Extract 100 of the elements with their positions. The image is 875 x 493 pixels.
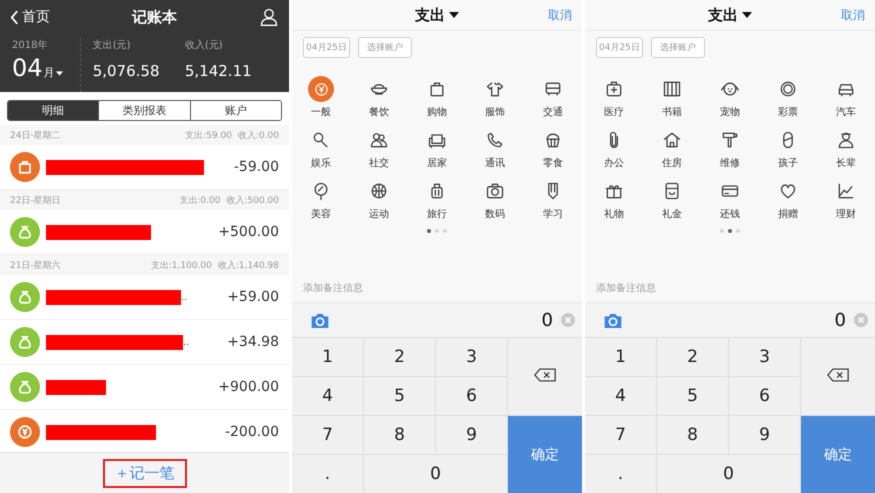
category-item[interactable]: 维修 — [701, 127, 759, 170]
category-item[interactable]: 孩子 — [759, 127, 817, 170]
number-key[interactable]: 0 — [364, 455, 507, 493]
confirm-button[interactable]: 确定 — [508, 416, 582, 493]
category-item[interactable]: 礼物 — [585, 178, 643, 221]
category-item[interactable]: 汽车 — [817, 76, 875, 119]
number-key[interactable]: 9 — [729, 416, 800, 454]
category-item[interactable]: 旅行 — [408, 178, 466, 221]
number-key[interactable]: 2 — [657, 338, 728, 376]
screen-title: 记账本 — [132, 8, 177, 26]
year-label: 2018年 — [12, 39, 48, 52]
number-key[interactable]: 1 — [292, 338, 363, 376]
category-item[interactable]: 餐饮 — [350, 76, 408, 119]
type-dropdown[interactable]: 支出 — [415, 6, 459, 24]
ellipsis-text: .. — [183, 336, 190, 348]
page-dot[interactable] — [443, 229, 447, 233]
view-tab[interactable]: 账户 — [190, 101, 281, 120]
page-dot[interactable] — [736, 229, 740, 233]
transaction-amount: -59.00 — [234, 159, 279, 175]
moneybag-icon — [10, 372, 40, 402]
transaction-amount: -200.00 — [224, 424, 279, 440]
type-dropdown[interactable]: 支出 — [708, 6, 752, 24]
category-item[interactable]: 书籍 — [643, 76, 701, 119]
category-item[interactable]: 还钱 — [701, 178, 759, 221]
note-field[interactable]: 添加备注信息 — [585, 278, 875, 298]
category-item[interactable]: 购物 — [408, 76, 466, 119]
number-key[interactable]: 8 — [657, 416, 728, 454]
category-item[interactable]: 一般 — [292, 76, 350, 119]
number-key[interactable]: 7 — [585, 416, 656, 454]
category-item[interactable]: 理财 — [817, 178, 875, 221]
category-item[interactable]: 礼金 — [643, 178, 701, 221]
moneybag-icon — [10, 327, 40, 357]
category-item[interactable]: 交通 — [524, 76, 582, 119]
transaction-amount: +500.00 — [218, 224, 279, 240]
number-key[interactable]: 5 — [657, 377, 728, 415]
camera-icon[interactable] — [310, 312, 330, 328]
caret-icon — [56, 71, 63, 76]
backspace-key[interactable] — [508, 338, 582, 415]
category-item[interactable]: 居家 — [408, 127, 466, 170]
category-item[interactable]: 通讯 — [466, 127, 524, 170]
transaction-amount: +59.00 — [227, 289, 279, 305]
confirm-button[interactable]: 确定 — [801, 416, 875, 493]
month-picker[interactable]: 04 月 — [12, 54, 80, 82]
category-item[interactable]: 医疗 — [585, 76, 643, 119]
ellipsis-text: .. — [181, 292, 188, 302]
day-income: 收入:0.00 — [238, 130, 279, 142]
category-item[interactable]: 住房 — [643, 127, 701, 170]
number-key[interactable]: 7 — [292, 416, 363, 454]
category-item[interactable]: 零食 — [524, 127, 582, 170]
day-date: 22日-星期日 — [10, 194, 62, 206]
category-item[interactable]: 长辈 — [817, 127, 875, 170]
number-key[interactable]: 9 — [436, 416, 507, 454]
category-item[interactable]: 服饰 — [466, 76, 524, 119]
category-item[interactable]: 宠物 — [701, 76, 759, 119]
number-key[interactable]: 6 — [729, 377, 800, 415]
number-key[interactable]: 4 — [292, 377, 363, 415]
page-dot[interactable] — [427, 229, 431, 233]
number-key[interactable]: 6 — [436, 377, 507, 415]
clear-icon[interactable] — [561, 313, 575, 327]
category-item[interactable]: 娱乐 — [292, 127, 350, 170]
coin-icon — [10, 417, 40, 447]
category-item[interactable]: 彩票 — [759, 76, 817, 119]
category-item[interactable]: 捐赠 — [759, 178, 817, 221]
day-date: 24日-星期二 — [10, 130, 62, 142]
page-dot[interactable] — [720, 229, 724, 233]
category-item[interactable]: 办公 — [585, 127, 643, 170]
page-dot[interactable] — [435, 229, 439, 233]
day-income: 收入:500.00 — [226, 194, 279, 206]
back-button[interactable]: 首页 — [10, 8, 50, 26]
category-item[interactable]: 运动 — [350, 178, 408, 221]
category-item[interactable]: 社交 — [350, 127, 408, 170]
category-item[interactable]: 学习 — [524, 178, 582, 221]
day-expense: 支出:1,100.00 — [150, 260, 212, 272]
moneybag-icon — [10, 217, 40, 247]
note-field[interactable]: 添加备注信息 — [292, 278, 582, 298]
category-item[interactable]: 美容 — [292, 178, 350, 221]
expense-label: 支出(元) — [92, 38, 132, 52]
page-dot[interactable] — [728, 229, 732, 233]
clear-icon[interactable] — [854, 313, 868, 327]
number-key[interactable]: 1 — [585, 338, 656, 376]
number-key[interactable]: 3 — [729, 338, 800, 376]
backspace-key[interactable] — [801, 338, 875, 415]
number-key[interactable]: 3 — [436, 338, 507, 376]
number-key[interactable]: 8 — [364, 416, 435, 454]
day-expense: 支出:59.00 — [185, 130, 232, 142]
user-icon[interactable] — [259, 7, 279, 27]
day-income: 收入:1,140.98 — [218, 260, 279, 272]
category-item[interactable]: 数码 — [466, 178, 524, 221]
number-key[interactable]: . — [585, 455, 656, 493]
number-key[interactable]: . — [292, 455, 363, 493]
number-key[interactable]: 5 — [364, 377, 435, 415]
number-key[interactable]: 0 — [657, 455, 800, 493]
transaction-amount: +900.00 — [218, 379, 279, 395]
transaction-amount: +34.98 — [227, 334, 279, 350]
camera-icon[interactable] — [603, 312, 623, 328]
number-key[interactable]: 2 — [364, 338, 435, 376]
view-tab[interactable]: 明细 — [8, 101, 98, 120]
back-chevron-icon — [10, 10, 19, 24]
number-key[interactable]: 4 — [585, 377, 656, 415]
day-expense: 支出:0.00 — [179, 194, 220, 206]
